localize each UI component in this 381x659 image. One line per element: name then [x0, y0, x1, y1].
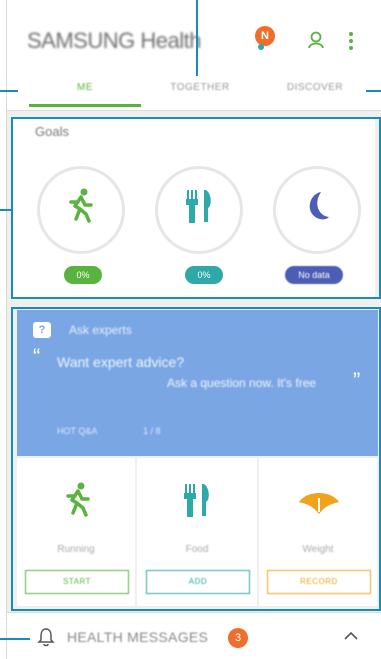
app-logo-text: SAMSUNG Health: [27, 28, 201, 53]
goals-highlight-box: [11, 117, 381, 299]
callout-line-right-tab: [366, 90, 381, 92]
active-tab-indicator: [29, 104, 141, 107]
callout-line-goals: [0, 209, 12, 211]
more-options-icon[interactable]: [347, 31, 355, 51]
tab-me[interactable]: ME: [29, 68, 141, 108]
notification-badge[interactable]: N: [255, 26, 275, 46]
callout-line-left-tab: [0, 90, 18, 92]
notification-dot: [258, 44, 264, 50]
chevron-up-icon[interactable]: [344, 631, 358, 641]
callout-line-together: [196, 0, 198, 76]
tab-discover[interactable]: DISCOVER: [259, 68, 371, 108]
tab-together[interactable]: TOGETHER: [141, 68, 259, 108]
tab-bar: ME TOGETHER DISCOVER: [7, 68, 381, 108]
health-messages-label: HEALTH MESSAGES: [67, 629, 209, 645]
messages-count-badge: 3: [228, 628, 248, 648]
trackers-highlight-box: [11, 307, 381, 611]
callout-line-messages: [0, 638, 30, 640]
health-messages-bar[interactable]: HEALTH MESSAGES 3: [7, 612, 381, 659]
profile-icon[interactable]: [306, 30, 326, 50]
app-bar: SAMSUNG Health N ME TOGETHER DISCOVER: [7, 0, 381, 111]
app-logo: SAMSUNG Health: [27, 28, 201, 54]
bell-icon: [37, 628, 55, 647]
